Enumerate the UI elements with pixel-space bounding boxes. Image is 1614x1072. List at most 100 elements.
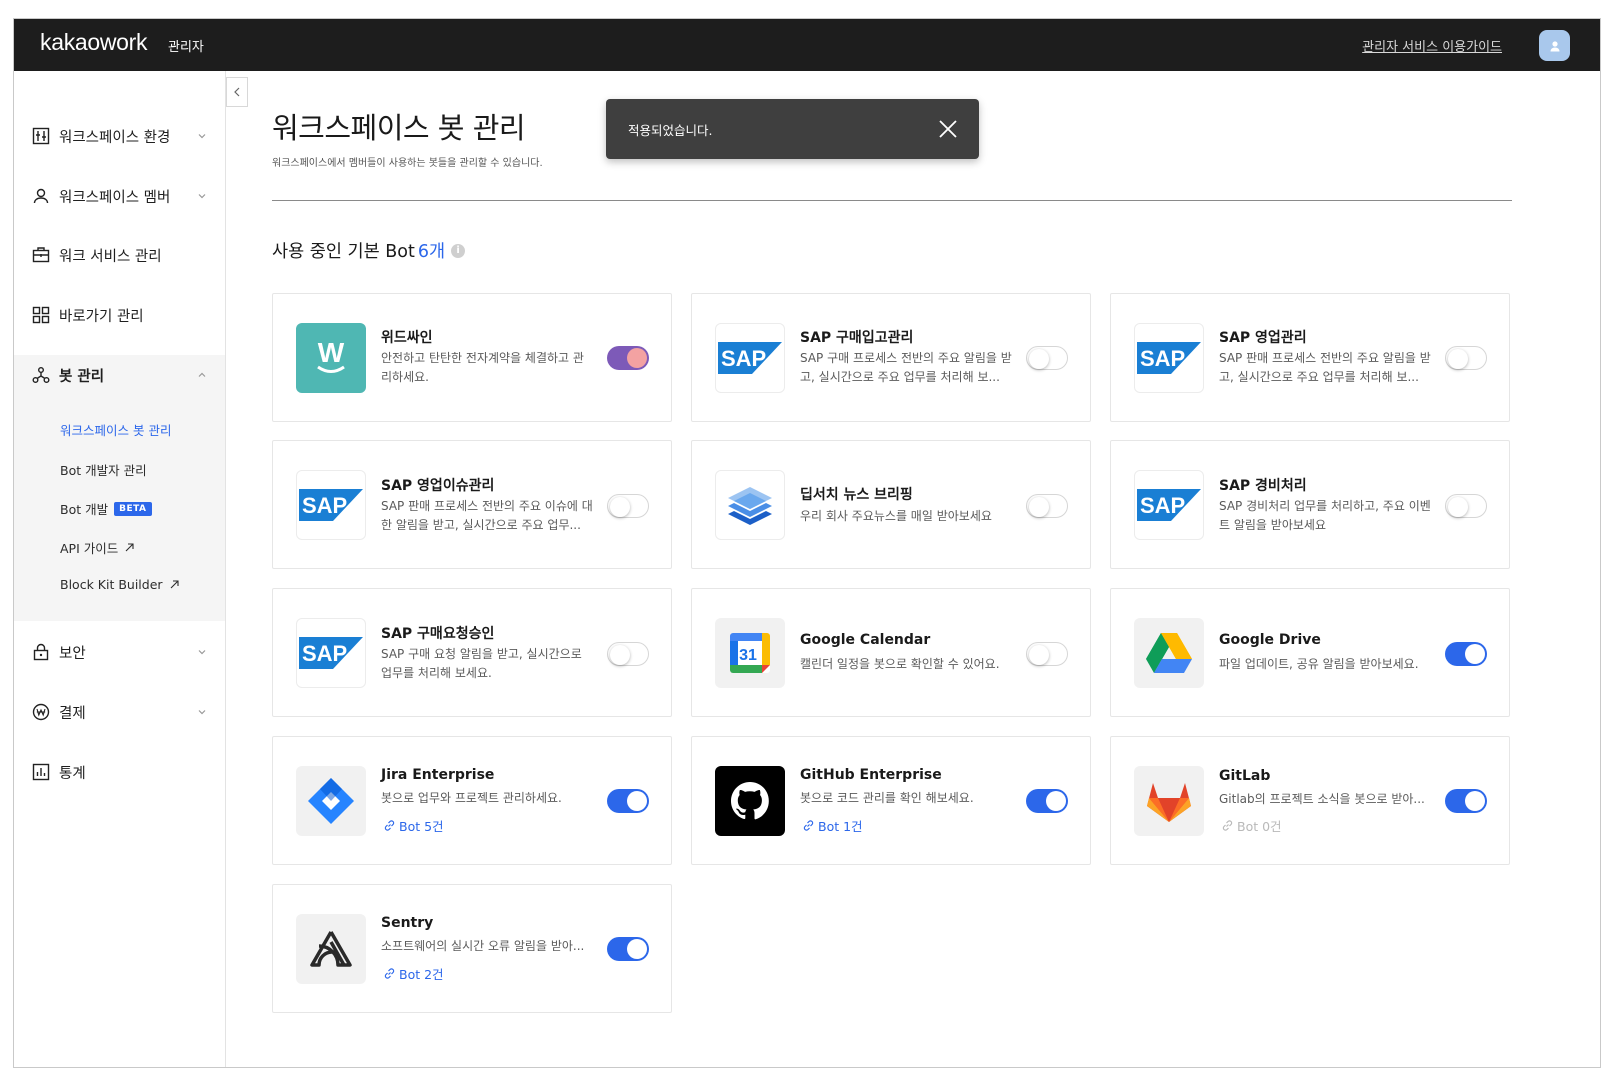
bot-toggle[interactable] [1445, 346, 1487, 370]
briefcase-icon [32, 246, 50, 264]
sidebar-item-stats[interactable]: 통계 [14, 752, 225, 792]
bot-card-sap-sales[interactable]: SAP SAP 영업관리 SAP 판매 프로세스 전반의 주요 알림을 받고, … [1110, 293, 1510, 422]
svg-text:SAP: SAP [302, 493, 347, 518]
section-title-text: 사용 중인 기본 Bot [272, 242, 415, 262]
bot-count-text: Bot 2건 [399, 967, 444, 982]
sidebar-sub-bot-developer[interactable]: Bot 개발자 관리 [60, 460, 147, 479]
bot-toggle[interactable] [607, 494, 649, 518]
bot-toggle[interactable] [1026, 346, 1068, 370]
bot-name: GitLab [1219, 768, 1271, 784]
bot-name: SAP 영업이슈관리 [381, 478, 495, 494]
sentry-logo [296, 914, 366, 984]
bot-toggle[interactable] [1026, 642, 1068, 666]
bot-card-deepsearch[interactable]: 딥서치 뉴스 브리핑 우리 회사 주요뉴스를 매일 받아보세요 [691, 440, 1091, 569]
bot-count: 6개 [417, 242, 446, 262]
sap-logo: SAP [715, 323, 785, 393]
sidebar-item-shortcut[interactable]: 바로가기 관리 [14, 295, 225, 335]
sidebar-sub-workspace-bot[interactable]: 워크스페이스 봇 관리 [60, 420, 171, 439]
bot-count-link[interactable]: Bot 0건 [1221, 816, 1282, 835]
sap-logo: SAP [1134, 470, 1204, 540]
bot-description: Gitlab의 프로젝트 소식을 봇으로 받아... [1219, 792, 1425, 806]
bot-card-sentry[interactable]: Sentry 소프트웨어의 실시간 오류 알림을 받아... Bot 2건 [272, 884, 672, 1013]
bot-card-sap-expense[interactable]: SAP SAP 경비처리 SAP 경비처리 업무를 처리하고, 주요 이벤트 알… [1110, 440, 1510, 569]
sap-logo: SAP [1134, 323, 1204, 393]
bot-card-widsign[interactable]: W 위드싸인 안전하고 탄탄한 전자계약을 체결하고 관리하세요. [272, 293, 672, 422]
sub-item-label: 워크스페이스 봇 관리 [60, 423, 172, 438]
gitlab-logo [1134, 766, 1204, 836]
bot-name: 위드싸인 [381, 330, 433, 346]
bot-card-sap-sales-issue[interactable]: SAP SAP 영업이슈관리 SAP 판매 프로세스 전반의 주요 이슈에 대한… [272, 440, 672, 569]
bot-card-sap-purchase-request[interactable]: SAP SAP 구매요청승인 SAP 구매 요청 알림을 받고, 실시간으로 업… [272, 588, 672, 717]
section-title: 사용 중인 기본 Bot 6개 i [272, 238, 466, 263]
bot-card-google-calendar[interactable]: 31 Google Calendar 캘린더 일정을 봇으로 확인할 수 있어요… [691, 588, 1091, 717]
bot-toggle[interactable] [1445, 789, 1487, 813]
external-link-icon [125, 543, 134, 552]
sidebar-item-label: 워크스페이스 멤버 [59, 189, 171, 206]
bot-toggle[interactable] [593, 324, 663, 394]
kakaowork-logo[interactable]: kakaowork [40, 29, 148, 56]
chevron-left-icon [234, 87, 240, 97]
sidebar-collapse-button[interactable] [226, 77, 248, 107]
bot-card-jira[interactable]: Jira Enterprise 봇으로 업무와 프로젝트 관리하세요. Bot … [272, 736, 672, 865]
bot-toggle[interactable] [607, 642, 649, 666]
sub-item-label: API 가이드 [60, 541, 119, 556]
won-icon [32, 703, 50, 721]
user-icon [1550, 40, 1559, 51]
bot-description: SAP 구매 요청 알림을 받고, 실시간으로 업무를 처리해 보세요. [381, 647, 582, 680]
sidebar-item-security[interactable]: 보안 [14, 632, 225, 672]
bot-count-text: Bot 5건 [399, 819, 444, 834]
bot-submenu: 워크스페이스 봇 관리 Bot 개발자 관리 Bot 개발 BETA API 가이… [14, 364, 225, 621]
bot-count-link[interactable]: Bot 1건 [802, 816, 863, 835]
bot-description: SAP 판매 프로세스 전반의 주요 이슈에 대한 알림을 받고, 실시간으로 … [381, 499, 593, 532]
bot-name: Google Calendar [800, 632, 931, 648]
avatar[interactable] [1539, 30, 1570, 61]
sidebar-item-bot[interactable]: 봇 관리 [14, 355, 225, 395]
bot-toggle[interactable] [1445, 642, 1487, 666]
bot-card-gitlab[interactable]: GitLab Gitlab의 프로젝트 소식을 봇으로 받아... Bot 0건 [1110, 736, 1510, 865]
sidebar-sub-block-kit[interactable]: Block Kit Builder [60, 577, 180, 592]
bot-description: SAP 경비처리 업무를 처리하고, 주요 이벤트 알림을 받아보세요 [1219, 499, 1431, 532]
sub-item-label: Bot 개발자 관리 [60, 463, 147, 478]
toast-notification: 적용되었습니다. [606, 99, 979, 159]
bot-count-link[interactable]: Bot 5건 [383, 816, 444, 835]
sidebar-item-workspace-env[interactable]: 워크스페이스 환경 [14, 116, 225, 156]
sidebar-item-label: 워크 서비스 관리 [59, 248, 162, 265]
bot-card-sap-purchase-receipt[interactable]: SAP SAP 구매입고관리 SAP 구매 프로세스 전반의 주요 알림을 받고… [691, 293, 1091, 422]
app-window: kakaowork 관리자 관리자 서비스 이용가이드 워크스페이스 봇 관리 … [13, 18, 1601, 1068]
sidebar-item-label: 결제 [59, 705, 86, 722]
bot-description: SAP 구매 프로세스 전반의 주요 알림을 받고, 실시간으로 주요 업무를 … [800, 351, 1012, 384]
admin-guide-link[interactable]: 관리자 서비스 이용가이드 [1362, 36, 1502, 55]
bot-toggle[interactable] [607, 937, 649, 961]
toggle-knob [1046, 791, 1066, 811]
bot-toggle[interactable] [1026, 789, 1068, 813]
bot-nodes-icon [32, 366, 50, 384]
bot-name: 딥서치 뉴스 브리핑 [800, 487, 913, 503]
sidebar-item-work-service[interactable]: 워크 서비스 관리 [14, 235, 225, 275]
close-icon[interactable] [937, 118, 959, 140]
bot-count-link[interactable]: Bot 2건 [383, 964, 444, 983]
sap-logo: SAP [296, 618, 366, 688]
bot-card-google-drive[interactable]: Google Drive 파일 업데이트, 공유 알림을 받아보세요. [1110, 588, 1510, 717]
sidebar-item-workspace-member[interactable]: 워크스페이스 멤버 [14, 176, 225, 216]
chevron-down-icon [198, 194, 206, 199]
link-icon [1222, 820, 1233, 831]
google-calendar-logo: 31 [715, 618, 785, 688]
toggle-knob [1029, 496, 1049, 517]
info-icon[interactable]: i [451, 243, 466, 258]
bot-toggle[interactable] [1026, 494, 1068, 518]
sidebar-sub-bot-dev[interactable]: Bot 개발 BETA [60, 499, 152, 518]
toggle-knob [1448, 348, 1468, 369]
toggle-knob [1448, 496, 1468, 517]
bot-toggle[interactable] [607, 789, 649, 813]
bot-card-github[interactable]: GitHub Enterprise 봇으로 코드 관리를 확인 해보세요. Bo… [691, 736, 1091, 865]
svg-text:W: W [318, 337, 345, 368]
bot-toggle[interactable] [1445, 494, 1487, 518]
calendar-day: 31 [739, 647, 757, 664]
bot-name: SAP 영업관리 [1219, 330, 1307, 346]
sidebar-sub-api-guide[interactable]: API 가이드 [60, 538, 135, 557]
sidebar-item-payment[interactable]: 결제 [14, 692, 225, 732]
link-icon [384, 968, 395, 979]
toggle-knob [627, 939, 647, 959]
toggle-knob [610, 496, 630, 517]
sap-logo: SAP [296, 470, 366, 540]
